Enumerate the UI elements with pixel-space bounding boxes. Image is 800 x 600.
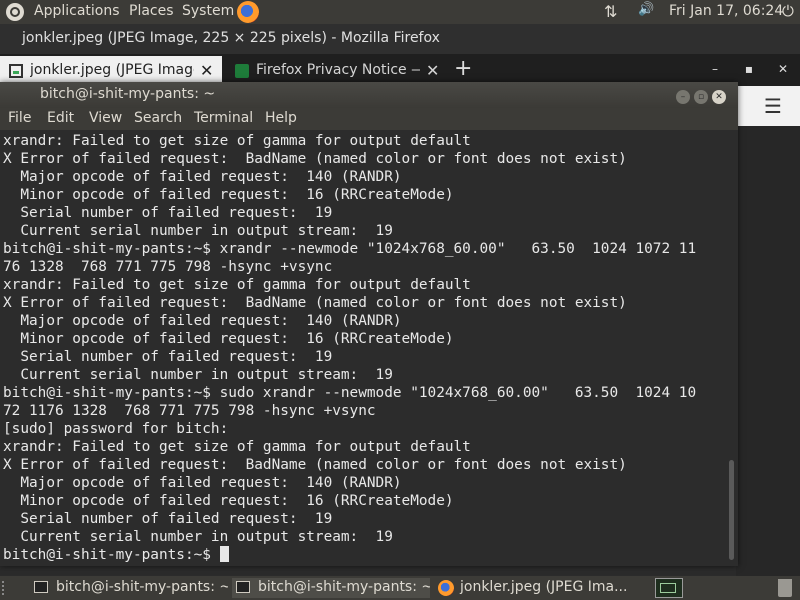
clock[interactable]: Fri Jan 17, 06:24 <box>669 3 783 19</box>
trash-icon[interactable] <box>778 579 792 597</box>
terminal-output[interactable]: xrandr: Failed to get size of gamma for … <box>0 130 726 566</box>
terminal-minimize-button[interactable]: – <box>676 90 690 104</box>
terminal-line: Serial number of failed request: 19 <box>3 205 333 221</box>
panel-handle[interactable] <box>2 581 8 595</box>
firefox-launcher-icon[interactable] <box>237 1 259 23</box>
menu-help[interactable]: Help <box>265 110 297 126</box>
workspace-switcher-icon[interactable] <box>655 578 683 598</box>
terminal-cursor <box>219 546 229 562</box>
scrollbar-thumb[interactable] <box>729 460 734 560</box>
menu-edit[interactable]: Edit <box>47 110 74 126</box>
tab-close-icon[interactable]: ✕ <box>200 61 213 80</box>
tab-close-icon[interactable]: ✕ <box>426 61 439 80</box>
terminal-line: Minor opcode of failed request: 16 (RRCr… <box>3 493 454 509</box>
terminal-prompt: bitch@i-shit-my-pants:~$ <box>3 547 220 563</box>
menu-file[interactable]: File <box>8 110 31 126</box>
terminal-prompt-line: bitch@i-shit-my-pants:~$ <box>3 546 726 564</box>
terminal-line: 72 1176 1328 768 771 775 798 -hsync +vsy… <box>3 403 376 419</box>
system-menu[interactable]: System <box>182 3 234 19</box>
terminal-title: bitch@i-shit-my-pants: ~ <box>40 86 216 102</box>
firefox-titlebar[interactable]: jonkler.jpeg (JPEG Image, 225 × 225 pixe… <box>0 24 800 54</box>
applications-menu[interactable]: Applications <box>34 3 120 19</box>
terminal-line: xrandr: Failed to get size of gamma for … <box>3 277 471 293</box>
places-menu[interactable]: Places <box>129 3 174 19</box>
firefox-window-title: jonkler.jpeg (JPEG Image, 225 × 225 pixe… <box>22 30 440 46</box>
terminal-line: bitch@i-shit-my-pants:~$ sudo xrandr --n… <box>3 385 697 401</box>
terminal-line: Minor opcode of failed request: 16 (RRCr… <box>3 187 454 203</box>
power-icon[interactable]: ⏻ <box>782 2 794 20</box>
terminal-line: X Error of failed request: BadName (name… <box>3 295 627 311</box>
new-tab-button[interactable]: + <box>454 56 472 81</box>
terminal-line: xrandr: Failed to get size of gamma for … <box>3 133 471 149</box>
taskbar-item-firefox[interactable]: jonkler.jpeg (JPEG Ima... <box>434 578 634 598</box>
terminal-line: Serial number of failed request: 19 <box>3 511 333 527</box>
terminal-line: 76 1328 768 771 775 798 -hsync +vsync <box>3 259 333 275</box>
terminal-line: Current serial number in output stream: … <box>3 223 393 239</box>
firefox-toolbar: ☰ <box>736 86 800 127</box>
tab-label: Firefox Privacy Notice — <box>256 62 420 78</box>
close-button[interactable]: ✕ <box>768 62 798 78</box>
terminal-line: Major opcode of failed request: 140 (RAN… <box>3 475 402 491</box>
terminal-line: Minor opcode of failed request: 16 (RRCr… <box>3 331 454 347</box>
firefox-icon <box>438 580 454 596</box>
image-favicon-icon <box>9 64 23 78</box>
hamburger-menu-icon[interactable]: ☰ <box>764 94 782 118</box>
terminal-line: xrandr: Failed to get size of gamma for … <box>3 439 471 455</box>
terminal-line: Major opcode of failed request: 140 (RAN… <box>3 313 402 329</box>
tab-label: jonkler.jpeg (JPEG Image <box>30 62 194 78</box>
terminal-close-button[interactable]: ✕ <box>712 90 726 104</box>
terminal-icon <box>34 581 48 593</box>
terminal-line: bitch@i-shit-my-pants:~$ xrandr --newmod… <box>3 241 697 257</box>
terminal-line: [sudo] password for bitch: <box>3 421 229 437</box>
maximize-button[interactable]: ▪ <box>734 62 764 78</box>
taskbar-label: bitch@i-shit-my-pants: ~ <box>258 579 430 595</box>
menu-terminal[interactable]: Terminal <box>194 110 253 126</box>
terminal-titlebar[interactable]: bitch@i-shit-my-pants: ~ – ▫ ✕ <box>0 82 738 108</box>
terminal-scrollbar[interactable] <box>726 130 738 566</box>
terminal-window: bitch@i-shit-my-pants: ~ – ▫ ✕ File Edit V… <box>0 82 738 566</box>
firefox-content-area <box>736 126 800 576</box>
menu-view[interactable]: View <box>89 110 122 126</box>
taskbar-label: jonkler.jpeg (JPEG Ima... <box>460 579 628 595</box>
terminal-line: Serial number of failed request: 19 <box>3 349 333 365</box>
terminal-line: X Error of failed request: BadName (name… <box>3 151 627 167</box>
terminal-maximize-button[interactable]: ▫ <box>694 90 708 104</box>
network-icon[interactable]: ⇅ <box>604 2 617 21</box>
terminal-icon <box>236 581 250 593</box>
volume-icon[interactable]: 🔊 <box>638 2 654 17</box>
taskbar-item-terminal-1[interactable]: bitch@i-shit-my-pants: ~ <box>30 578 228 598</box>
top-panel: Applications Places System ⇅ 🔊 Fri Jan 1… <box>0 0 800 24</box>
terminal-window-controls: – ▫ ✕ <box>676 87 730 104</box>
ubuntu-logo-icon[interactable] <box>6 3 24 21</box>
terminal-line: Current serial number in output stream: … <box>3 367 393 383</box>
terminal-menubar: File Edit View Search Terminal Help <box>0 108 738 130</box>
taskbar-item-terminal-2[interactable]: bitch@i-shit-my-pants: ~ <box>232 578 430 598</box>
taskbar-label: bitch@i-shit-my-pants: ~ <box>56 579 228 595</box>
menu-search[interactable]: Search <box>134 110 182 126</box>
terminal-line: X Error of failed request: BadName (name… <box>3 457 627 473</box>
minimize-button[interactable]: – <box>700 62 730 78</box>
terminal-line: Current serial number in output stream: … <box>3 529 393 545</box>
terminal-line: Major opcode of failed request: 140 (RAN… <box>3 169 402 185</box>
shield-favicon-icon <box>235 64 249 78</box>
